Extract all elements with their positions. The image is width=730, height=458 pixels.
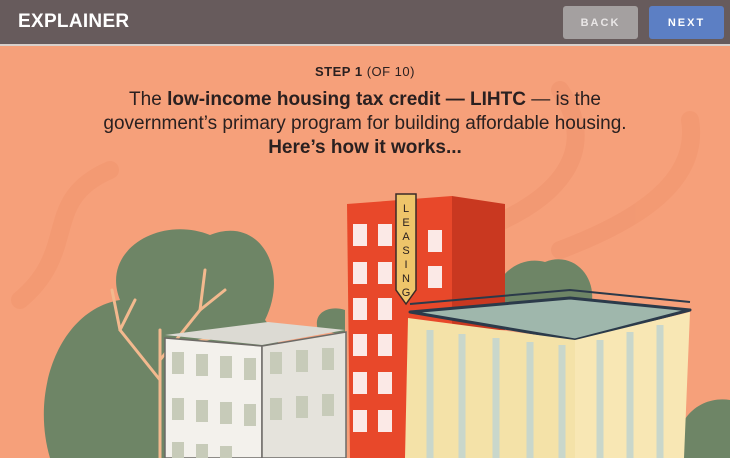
glass-building — [405, 288, 692, 458]
white-building — [164, 322, 347, 458]
app-title: EXPLAINER — [18, 11, 130, 32]
svg-text:G: G — [402, 287, 411, 299]
back-button[interactable]: BACK — [563, 6, 638, 39]
next-button[interactable]: NEXT — [649, 6, 724, 39]
caption-how-it-works: Here’s how it works... — [268, 137, 462, 158]
step-number: STEP 1 — [315, 64, 363, 79]
svg-text:L: L — [403, 203, 409, 215]
step-caption: STEP 1 (OF 10) The low-income housing ta… — [0, 64, 730, 160]
svg-text:E: E — [402, 217, 409, 229]
caption-pre: The — [129, 89, 168, 110]
step-indicator: STEP 1 (OF 10) — [0, 64, 730, 80]
svg-text:A: A — [402, 231, 410, 243]
svg-text:I: I — [404, 259, 407, 271]
step-count: (OF 10) — [366, 64, 415, 79]
leasing-sign: LEASING — [395, 193, 417, 306]
caption-post: — is the — [525, 89, 601, 110]
caption-line-3: Here’s how it works... — [0, 136, 730, 160]
svg-text:S: S — [402, 245, 409, 257]
caption-line-1: The low-income housing tax credit — LIHT… — [0, 88, 730, 112]
svg-text:N: N — [402, 273, 410, 285]
caption-line-2: government’s primary program for buildin… — [103, 113, 627, 134]
top-bar: EXPLAINER BACK NEXT — [0, 0, 730, 46]
sign-letters: LEASING — [402, 203, 411, 299]
caption-bold-term: low-income housing tax credit — LIHTC — [167, 89, 526, 110]
